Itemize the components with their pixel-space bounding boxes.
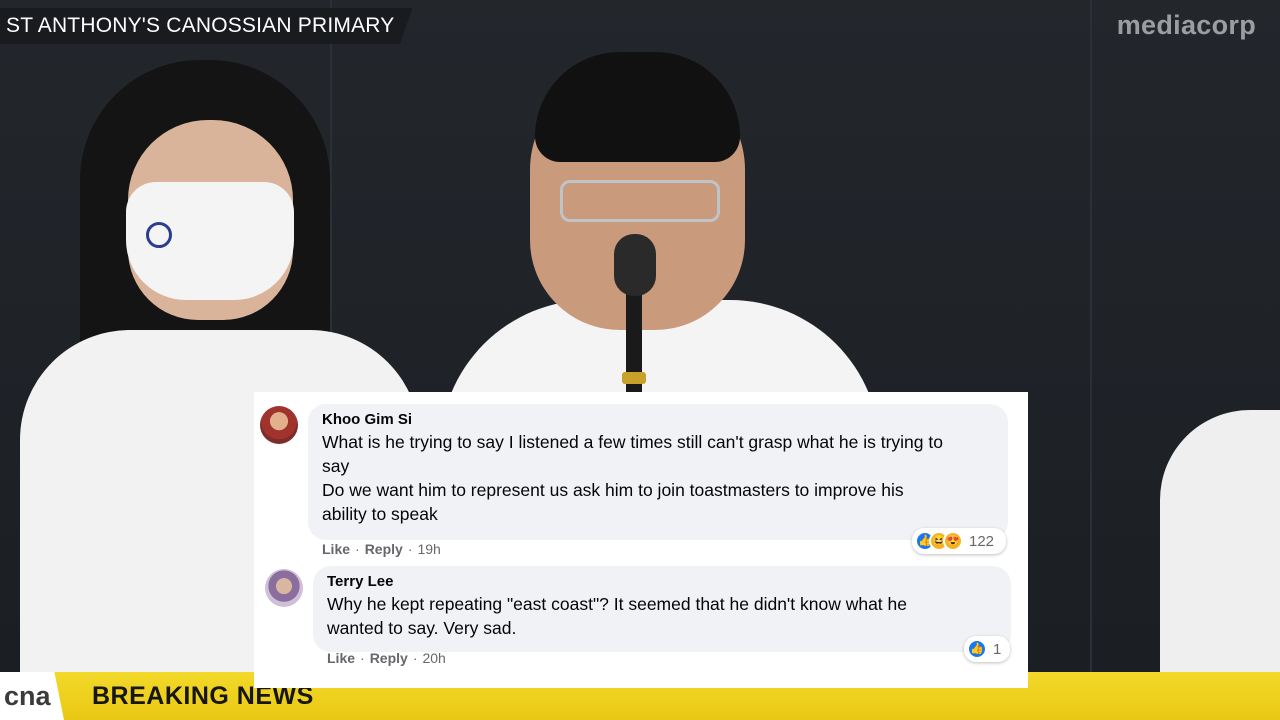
comment-bubble: Terry Lee Why he kept repeating "east co… — [313, 566, 1011, 652]
comment-line: Do we want him to represent us ask him t… — [322, 480, 904, 500]
microphone-icon — [614, 234, 656, 296]
reactions-summary[interactable]: 👍 😆 😍 122 — [912, 528, 1006, 554]
separator-dot: · — [412, 650, 418, 666]
comment: Khoo Gim Si What is he trying to say I l… — [254, 392, 1028, 562]
comment-line: ability to speak — [322, 504, 438, 524]
reply-link[interactable]: Reply — [365, 541, 403, 557]
separator-dot: · — [355, 541, 360, 557]
comment-author[interactable]: Khoo Gim Si — [322, 411, 996, 428]
like-icon: 👍 — [967, 639, 987, 659]
facebook-comments-card: Khoo Gim Si What is he trying to say I l… — [254, 392, 1028, 688]
reaction-count: 1 — [993, 640, 1002, 658]
comment-author[interactable]: Terry Lee — [327, 573, 999, 590]
party-logo-icon — [146, 222, 172, 248]
separator-dot: · — [360, 650, 365, 666]
comment-actions: Like · Reply · 20h — [327, 650, 446, 666]
comment: Terry Lee Why he kept repeating "east co… — [254, 562, 1028, 688]
comment-line: What is he trying to say I listened a fe… — [322, 432, 943, 452]
speaker-hair — [535, 52, 740, 162]
reaction-count: 122 — [969, 532, 995, 550]
like-link[interactable]: Like — [322, 541, 350, 557]
love-face-icon: 😍 — [943, 531, 963, 551]
separator-dot: · — [407, 541, 413, 557]
glasses — [560, 180, 720, 222]
reactions-summary[interactable]: 👍 1 — [964, 636, 1010, 662]
comment-timestamp[interactable]: 19h — [417, 541, 440, 557]
comment-timestamp[interactable]: 20h — [422, 650, 445, 666]
like-link[interactable]: Like — [327, 650, 355, 666]
comment-bubble: Khoo Gim Si What is he trying to say I l… — [308, 404, 1008, 540]
comment-text: Why he kept repeating "east coast"? It s… — [327, 592, 999, 640]
microphone-ring — [622, 372, 646, 384]
cna-logo: cna — [0, 672, 64, 720]
avatar[interactable] — [260, 406, 298, 444]
comment-line: Why he kept repeating "east coast"? It s… — [327, 594, 907, 614]
reply-link[interactable]: Reply — [370, 650, 408, 666]
comment-line: say — [322, 456, 350, 476]
comment-line: wanted to say. Very sad. — [327, 618, 517, 638]
backdrop-seam — [1090, 0, 1092, 720]
avatar[interactable] — [265, 569, 303, 607]
location-caption: ST ANTHONY'S CANOSSIAN PRIMARY — [0, 8, 413, 44]
comment-text: What is he trying to say I listened a fe… — [322, 430, 996, 526]
comment-actions: Like · Reply · 19h — [322, 541, 441, 557]
mediacorp-watermark: mediacorp — [1116, 10, 1256, 40]
